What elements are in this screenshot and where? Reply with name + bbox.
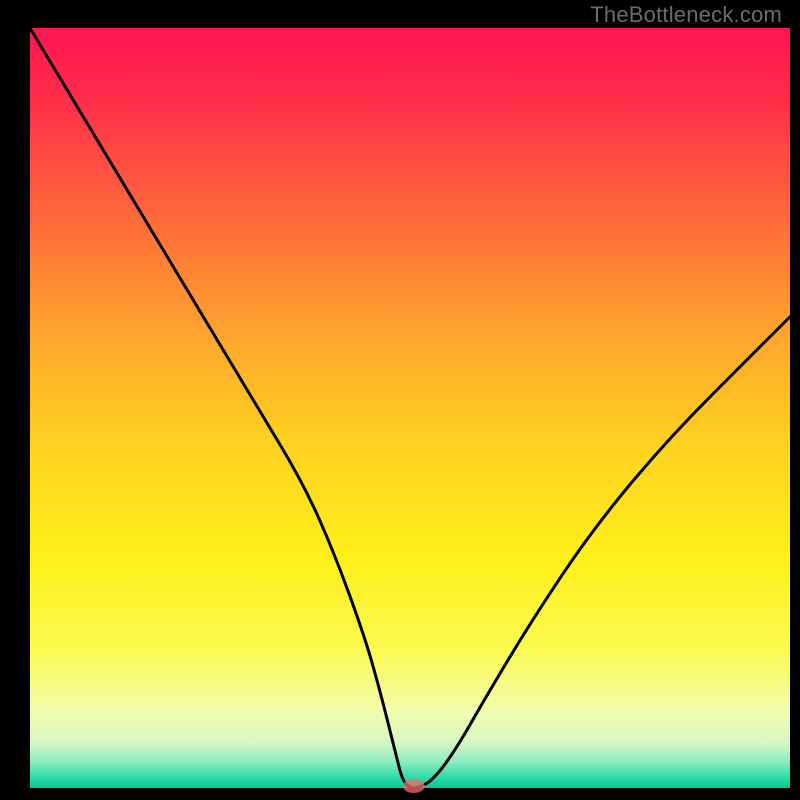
watermark-text: TheBottleneck.com	[590, 2, 782, 28]
plot-background	[30, 28, 790, 788]
optimal-point-marker	[403, 779, 425, 793]
chart-frame: TheBottleneck.com	[0, 0, 800, 800]
bottleneck-chart	[0, 0, 800, 800]
